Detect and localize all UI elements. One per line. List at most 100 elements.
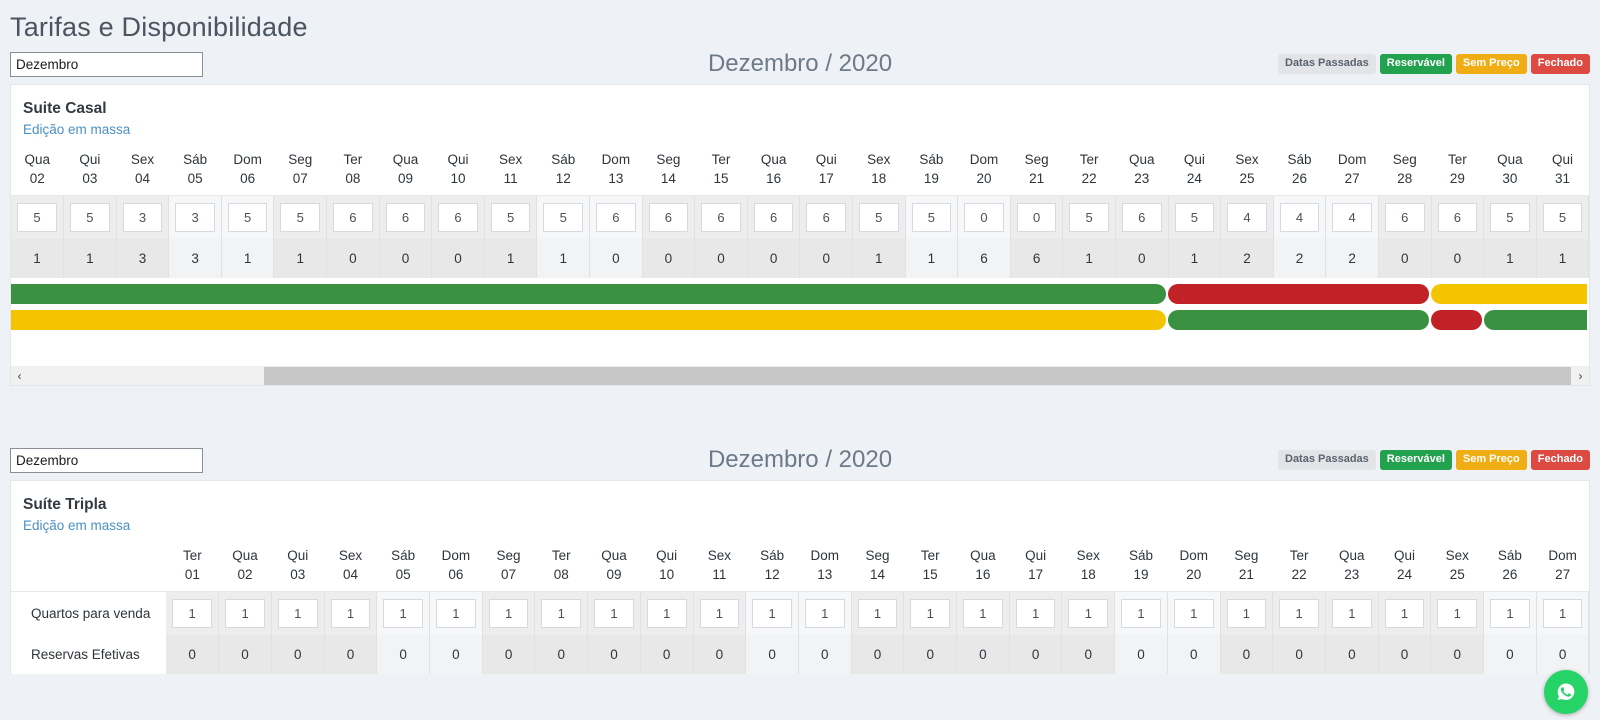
rate-input[interactable] <box>1490 203 1530 232</box>
rate-input[interactable] <box>806 203 846 232</box>
availability-cell: 1 <box>273 239 328 278</box>
availability-cell: 0 <box>324 635 378 674</box>
rate-input[interactable] <box>1121 203 1162 232</box>
availability-cell: 6 <box>957 239 1011 278</box>
rate-input[interactable] <box>438 203 478 232</box>
rate-input[interactable] <box>383 599 424 628</box>
rate-input[interactable] <box>1121 599 1161 628</box>
legend-badge-no-price[interactable]: Sem Preço <box>1455 54 1527 74</box>
scroll-left-arrow-icon[interactable]: ‹ <box>11 367 28 385</box>
status-bar-segment[interactable] <box>1431 310 1482 330</box>
status-bar-segment[interactable] <box>1168 284 1430 304</box>
scroll-right-arrow-icon[interactable]: › <box>1572 367 1589 385</box>
legend-badge-past-dates[interactable]: Datas Passadas <box>1278 54 1376 74</box>
rate-input[interactable] <box>911 203 952 232</box>
day-of-week-label: Sex <box>338 548 363 563</box>
status-bar-segment[interactable] <box>1483 310 1587 330</box>
rate-input[interactable] <box>1384 599 1425 628</box>
effective-reservations-row: 113311000110000011661012220011 <box>11 239 1590 278</box>
rate-input[interactable] <box>648 203 689 232</box>
month-input[interactable] <box>10 447 203 473</box>
status-bar-segment[interactable] <box>11 310 1167 330</box>
day-number-label: 12 <box>764 567 780 582</box>
rate-input[interactable] <box>857 599 898 628</box>
legend-badge-bookable[interactable]: Reservável <box>1379 450 1452 470</box>
status-bar-segment[interactable] <box>1431 284 1587 304</box>
horizontal-scrollbar[interactable]: ‹ › <box>10 366 1590 386</box>
rate-input[interactable] <box>1173 599 1214 628</box>
rate-input[interactable] <box>333 203 373 232</box>
rate-input[interactable] <box>859 203 899 232</box>
rate-input[interactable] <box>1068 599 1109 628</box>
day-of-week-label: Sáb <box>391 548 416 563</box>
day-number-label: 13 <box>817 567 833 582</box>
rate-input[interactable] <box>596 203 636 232</box>
rate-input[interactable] <box>1279 203 1320 232</box>
bulk-edit-link[interactable]: Edição em massa <box>23 119 130 141</box>
rate-input[interactable] <box>541 599 582 628</box>
rate-input[interactable] <box>1384 203 1425 232</box>
rate-input[interactable] <box>17 203 58 232</box>
rate-input[interactable] <box>225 599 265 628</box>
bulk-edit-link[interactable]: Edição em massa <box>23 515 130 537</box>
rate-input[interactable] <box>1490 599 1530 628</box>
legend-badge-no-price[interactable]: Sem Preço <box>1455 450 1527 470</box>
rate-input[interactable] <box>646 599 687 628</box>
rate-cell <box>956 591 1010 635</box>
rate-input[interactable] <box>385 203 426 232</box>
rate-input[interactable] <box>1542 599 1583 628</box>
rate-input[interactable] <box>1174 203 1215 232</box>
rate-input[interactable] <box>1015 599 1056 628</box>
scrollbar-thumb[interactable] <box>264 367 1571 385</box>
rate-input[interactable] <box>964 203 1004 232</box>
whatsapp-fab[interactable] <box>1544 670 1588 714</box>
rate-input[interactable] <box>70 203 110 232</box>
rate-input[interactable] <box>175 203 215 232</box>
rate-input[interactable] <box>1331 599 1372 628</box>
rate-input[interactable] <box>752 599 792 628</box>
rate-input[interactable] <box>436 599 476 628</box>
day-header-cell: Sex 25 <box>1430 541 1484 592</box>
month-input[interactable] <box>10 51 203 77</box>
status-bar-segment[interactable] <box>11 284 1167 304</box>
rate-input[interactable] <box>753 203 794 232</box>
rate-input[interactable] <box>330 599 371 628</box>
rate-input[interactable] <box>1227 203 1267 232</box>
rate-input[interactable] <box>910 599 951 628</box>
rate-input[interactable] <box>804 599 845 628</box>
rate-input[interactable] <box>699 599 740 628</box>
legend-badge-bookable[interactable]: Reservável <box>1379 54 1452 74</box>
availability-cell: 1 <box>1168 239 1222 278</box>
rate-input[interactable] <box>227 203 268 232</box>
day-number-label: 20 <box>976 171 992 186</box>
rate-input[interactable] <box>1542 203 1583 232</box>
day-number-label: 03 <box>290 567 306 582</box>
rate-input[interactable] <box>1016 203 1057 232</box>
rate-input[interactable] <box>488 599 529 628</box>
rate-input[interactable] <box>280 203 321 232</box>
rate-input[interactable] <box>490 203 531 232</box>
day-of-week-label: Sáb <box>1128 548 1154 563</box>
status-bar-segment[interactable] <box>1168 310 1430 330</box>
rate-cell <box>1378 195 1432 239</box>
rate-input[interactable] <box>1332 203 1372 232</box>
day-number-label: 14 <box>660 171 676 186</box>
rate-input[interactable] <box>1279 599 1319 628</box>
legend-badge-closed[interactable]: Fechado <box>1530 450 1590 470</box>
legend-badge-closed[interactable]: Fechado <box>1530 54 1590 74</box>
rate-input[interactable] <box>1069 203 1109 232</box>
rate-input[interactable] <box>701 203 741 232</box>
availability-cell: 2 <box>1325 239 1379 278</box>
rate-input[interactable] <box>1437 599 1478 628</box>
rate-input[interactable] <box>594 599 634 628</box>
availability-cell: 0 <box>1115 239 1169 278</box>
rate-input[interactable] <box>543 203 584 232</box>
rate-input[interactable] <box>963 599 1003 628</box>
day-number-label: 11 <box>503 171 518 186</box>
rate-input[interactable] <box>122 203 163 232</box>
rate-input[interactable] <box>172 599 213 628</box>
rate-input[interactable] <box>277 599 318 628</box>
rate-input[interactable] <box>1437 203 1478 232</box>
legend-badge-past-dates[interactable]: Datas Passadas <box>1278 450 1376 470</box>
rate-input[interactable] <box>1226 599 1267 628</box>
